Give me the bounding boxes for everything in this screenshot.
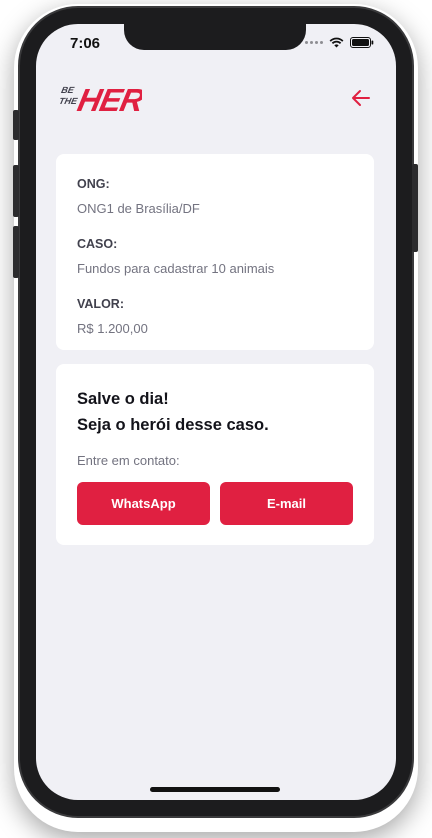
power-button: [412, 164, 418, 252]
home-indicator[interactable]: [150, 787, 280, 792]
volume-up-button: [13, 165, 19, 217]
incident-card: ONG: ONG1 de Brasília/DF CASO: Fundos pa…: [56, 154, 374, 350]
case-label: CASO:: [77, 237, 118, 251]
email-button[interactable]: E-mail: [220, 482, 353, 525]
contact-title-line1: Salve o dia!: [77, 390, 169, 408]
logo-text-the: THE: [58, 96, 79, 106]
be-the-hero-logo[interactable]: BE THE HERO: [56, 78, 142, 118]
ong-value: ONG1 de Brasília/DF: [77, 201, 200, 216]
volume-down-button: [13, 226, 19, 278]
notch: [124, 24, 306, 50]
arrow-left-icon[interactable]: [350, 87, 372, 109]
app-screen: 7:06 BE THE HERO ONG: ONG1 de Brasília/D…: [36, 24, 396, 800]
battery-icon: [350, 37, 374, 48]
whatsapp-button[interactable]: WhatsApp: [77, 482, 210, 525]
status-icons: [305, 37, 374, 48]
ong-label: ONG:: [77, 177, 110, 191]
status-time: 7:06: [70, 35, 101, 52]
app-header: BE THE HERO: [56, 78, 376, 118]
signal-icon: [305, 41, 323, 44]
device-stage: 7:06 BE THE HERO ONG: ONG1 de Brasília/D…: [0, 0, 432, 838]
contact-title-line2: Seja o herói desse caso.: [77, 416, 269, 434]
wifi-icon: [329, 37, 344, 48]
contact-actions: WhatsApp E-mail: [77, 482, 353, 525]
logo-text-be: BE: [60, 85, 76, 95]
contact-prompt: Entre em contato:: [77, 453, 180, 468]
logo-text-hero: HERO: [75, 82, 142, 118]
case-value: Fundos para cadastrar 10 animais: [77, 261, 275, 276]
value-label: VALOR:: [77, 297, 124, 311]
contact-card: Salve o dia! Seja o herói desse caso. En…: [56, 364, 374, 545]
value-amount: R$ 1.200,00: [77, 321, 148, 336]
mute-switch: [13, 110, 19, 140]
